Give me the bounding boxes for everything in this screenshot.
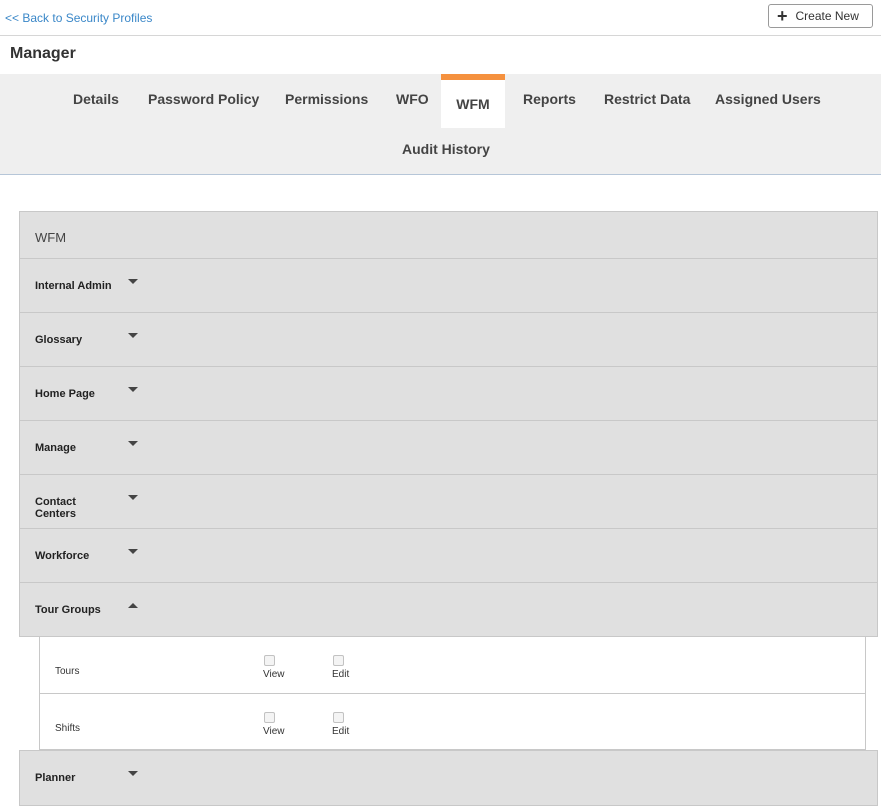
- tab-password-policy[interactable]: Password Policy: [148, 91, 259, 107]
- edit-label: Edit: [332, 669, 350, 680]
- group-glossary[interactable]: Glossary: [19, 312, 878, 366]
- permission-row-shifts: Shifts View Edit: [39, 693, 866, 750]
- back-to-security-profiles-link[interactable]: << Back to Security Profiles: [5, 11, 152, 25]
- create-new-button[interactable]: + Create New: [768, 4, 873, 28]
- view-label: View: [263, 669, 285, 680]
- permission-row-tours: Tours View Edit: [39, 637, 866, 694]
- caret-down-icon: [128, 495, 138, 500]
- tab-wfo[interactable]: WFO: [396, 91, 429, 107]
- edit-checkbox[interactable]: [333, 655, 344, 666]
- caret-down-icon: [128, 771, 138, 776]
- group-label: Glossary: [35, 334, 83, 346]
- group-label: Planner: [35, 772, 76, 784]
- plus-icon: +: [777, 6, 788, 26]
- top-bar: << Back to Security Profiles + Create Ne…: [0, 0, 881, 36]
- caret-down-icon: [128, 387, 138, 392]
- tab-assigned-users[interactable]: Assigned Users: [715, 91, 821, 107]
- tab-restrict-data[interactable]: Restrict Data: [604, 91, 690, 107]
- edit-checkbox[interactable]: [333, 712, 344, 723]
- group-label: Tour Groups: [35, 604, 101, 616]
- wfm-section-header: WFM: [19, 211, 878, 259]
- group-tour-groups[interactable]: Tour Groups: [19, 582, 878, 637]
- group-contact-centers[interactable]: Contact Centers: [19, 474, 878, 528]
- tab-permissions[interactable]: Permissions: [285, 91, 368, 107]
- tab-bar: Details Password Policy Permissions WFO …: [0, 74, 881, 175]
- tab-reports[interactable]: Reports: [523, 91, 576, 107]
- group-manage[interactable]: Manage: [19, 420, 878, 474]
- create-new-label: Create New: [795, 9, 859, 23]
- caret-up-icon: [128, 603, 138, 608]
- caret-down-icon: [128, 279, 138, 284]
- group-home-page[interactable]: Home Page: [19, 366, 878, 420]
- permission-name: Tours: [55, 666, 80, 677]
- group-workforce[interactable]: Workforce: [19, 528, 878, 582]
- view-checkbox[interactable]: [264, 712, 275, 723]
- tab-audit-history[interactable]: Audit History: [402, 141, 490, 157]
- tab-wfm[interactable]: WFM: [441, 74, 505, 128]
- group-label: Home Page: [35, 388, 95, 400]
- group-label: Internal Admin: [35, 280, 112, 292]
- section-title: WFM: [35, 230, 67, 245]
- caret-down-icon: [128, 333, 138, 338]
- caret-down-icon: [128, 549, 138, 554]
- group-planner[interactable]: Planner: [19, 750, 878, 806]
- tab-details[interactable]: Details: [73, 91, 119, 107]
- group-label: Manage: [35, 442, 76, 454]
- permission-name: Shifts: [55, 723, 81, 734]
- edit-label: Edit: [332, 726, 350, 737]
- group-label: Workforce: [35, 550, 90, 562]
- group-label: Contact Centers: [35, 496, 76, 520]
- caret-down-icon: [128, 441, 138, 446]
- view-label: View: [263, 726, 285, 737]
- group-internal-admin[interactable]: Internal Admin: [19, 258, 878, 312]
- page-title: Manager: [10, 45, 76, 62]
- view-checkbox[interactable]: [264, 655, 275, 666]
